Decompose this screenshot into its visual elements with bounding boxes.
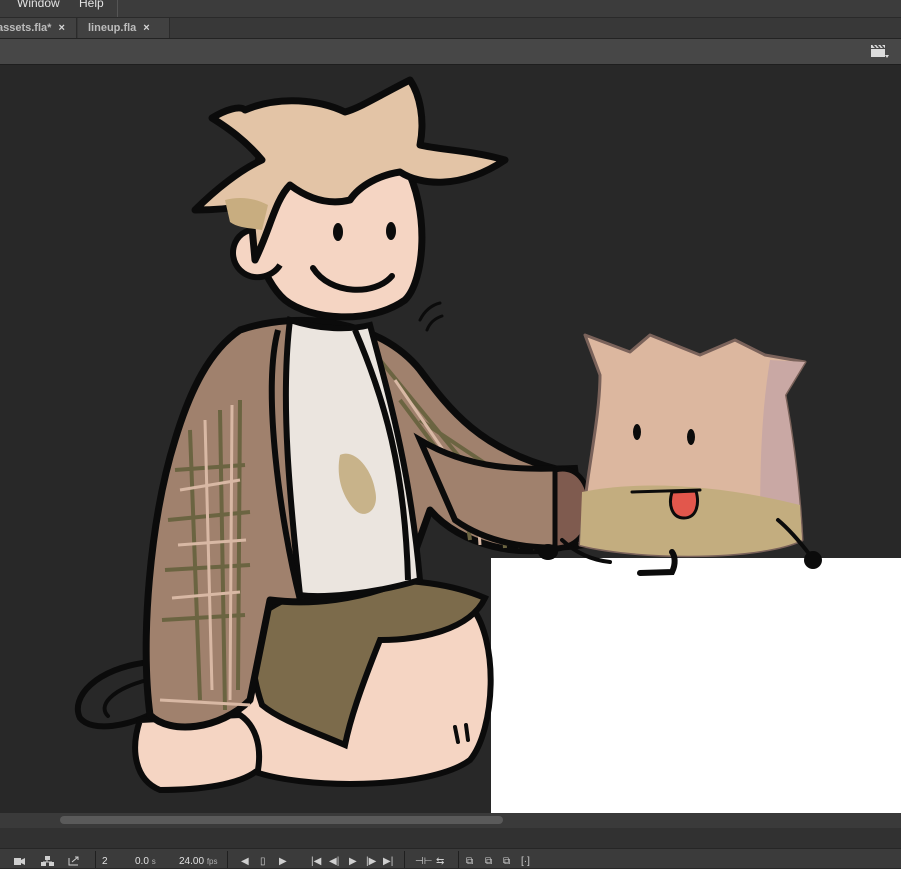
- play-icon[interactable]: ▶: [349, 856, 357, 867]
- white-stage-area: [491, 558, 901, 813]
- edit-multiple-frames-icon[interactable]: ⧉: [503, 856, 510, 867]
- step-forward-icon[interactable]: ▶: [279, 856, 287, 867]
- elapsed-time-unit: s: [151, 857, 156, 866]
- loop-icon[interactable]: ⇆: [436, 856, 444, 867]
- tab-assets[interactable]: assets.fla* ×: [0, 18, 77, 38]
- go-to-last-frame-icon[interactable]: ▶|: [383, 856, 393, 867]
- movie-clapper-icon[interactable]: [870, 43, 890, 62]
- frame-rate-unit: fps: [206, 857, 218, 866]
- scrollbar-thumb[interactable]: [60, 816, 503, 824]
- menu-help[interactable]: Help: [79, 0, 104, 10]
- status-divider: [95, 851, 96, 868]
- elapsed-time-value: 0.0: [135, 856, 149, 867]
- stage-canvas[interactable]: [0, 65, 901, 813]
- tab-assets-label: assets.fla*: [0, 22, 52, 34]
- tab-lineup-close-icon[interactable]: ×: [143, 22, 149, 34]
- menu-divider: [117, 0, 118, 17]
- status-divider: [227, 851, 228, 868]
- playhead-icon[interactable]: ▯: [260, 856, 266, 867]
- next-frame-icon[interactable]: |▶: [366, 856, 376, 867]
- layer-parent-icon[interactable]: [41, 856, 55, 869]
- document-tab-bar: assets.fla* × lineup.fla ×: [0, 18, 901, 39]
- frame-rate-value: 24.00: [179, 856, 205, 867]
- artwork: [74, 76, 901, 813]
- current-frame[interactable]: 2: [102, 856, 108, 867]
- edit-bar: [0, 39, 901, 65]
- go-to-first-frame-icon[interactable]: |◀: [311, 856, 321, 867]
- previous-frame-icon[interactable]: ◀|: [329, 856, 339, 867]
- tab-lineup[interactable]: lineup.fla ×: [78, 18, 170, 38]
- paper-bag-character: [538, 333, 822, 576]
- export-icon[interactable]: [68, 856, 80, 869]
- status-divider: [458, 851, 459, 868]
- menu-window[interactable]: Window: [17, 0, 60, 10]
- tab-assets-close-icon[interactable]: ×: [58, 22, 64, 34]
- right-eye: [386, 222, 396, 240]
- menu-bar: Window Help: [0, 0, 901, 18]
- left-eye: [333, 223, 343, 241]
- onion-skin-icon[interactable]: ⧉: [466, 856, 473, 867]
- horizontal-scrollbar[interactable]: [0, 813, 901, 828]
- camera-icon[interactable]: [14, 856, 26, 869]
- frame-rate[interactable]: 24.00 fps: [179, 856, 217, 867]
- elapsed-time: 0.0 s: [135, 856, 156, 867]
- center-frame-icon[interactable]: ⊣⊢: [415, 856, 432, 867]
- modify-markers-icon[interactable]: [·]: [521, 856, 530, 867]
- onion-skin-outlines-icon[interactable]: ⧉: [485, 856, 492, 867]
- timeline-status-bar: 2 0.0 s 24.00 fps ◀ ▯ ▶ |◀ ◀| ▶ |▶ ▶| ⊣⊢…: [0, 848, 901, 868]
- step-back-icon[interactable]: ◀: [241, 856, 249, 867]
- timeline-panel: [0, 828, 901, 848]
- status-divider: [404, 851, 405, 868]
- tab-lineup-label: lineup.fla: [88, 22, 137, 34]
